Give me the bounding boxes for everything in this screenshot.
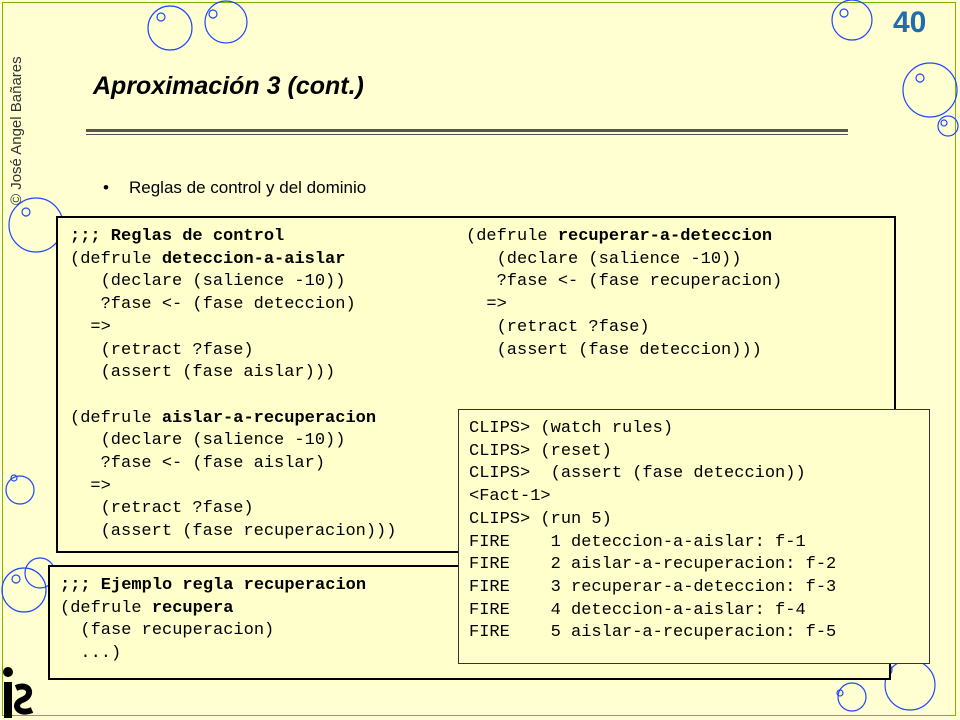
bullet-dot: • xyxy=(103,178,109,197)
title-rule xyxy=(86,129,848,132)
console-line: FIRE 4 deteccion-a-aislar: f-4 xyxy=(469,600,806,620)
code-keyword: (defrule xyxy=(60,598,152,618)
example-code: ;;; Ejemplo regla recuperacion (defrule r… xyxy=(60,575,366,666)
code-left: ;;; Reglas de control (defrule deteccion-… xyxy=(70,226,396,544)
page-number: 40 xyxy=(893,6,927,39)
clips-console: CLIPS> (watch rules) CLIPS> (reset) CLIPS>… xyxy=(458,409,930,664)
console-line: CLIPS> (reset) xyxy=(469,441,612,461)
code-line: ?fase <- (fase recuperacion) xyxy=(466,272,783,292)
code-line: (assert (fase deteccion))) xyxy=(466,340,762,360)
code-line: (declare (salience -10)) xyxy=(70,431,346,451)
code-line: ...) xyxy=(60,644,122,664)
code-line: (defrule deteccion-a-aislar xyxy=(70,249,396,272)
slide-title: Aproximación 3 (cont.) xyxy=(93,72,364,100)
logo-icon xyxy=(3,667,34,718)
console-line: CLIPS> (assert (fase deteccion)) xyxy=(469,464,806,484)
console-line: FIRE 2 aislar-a-recuperacion: f-2 xyxy=(469,555,837,575)
code-line: ;;; Reglas de control xyxy=(70,227,285,246)
code-line: (assert (fase recuperacion))) xyxy=(70,522,397,542)
code-right: (defrule recuperar-a-deteccion (declare … xyxy=(466,226,782,362)
code-line: (fase recuperacion) xyxy=(60,621,275,641)
code-line: (defrule recupera xyxy=(60,598,366,621)
code-line: ?fase <- (fase aislar) xyxy=(70,454,326,474)
code-line: => xyxy=(70,317,111,337)
code-line: (defrule aislar-a-recuperacion xyxy=(70,408,396,431)
code-line: ;;; Ejemplo regla recuperacion xyxy=(60,576,367,595)
rule-name: aislar-a-recuperacion xyxy=(161,408,377,428)
bullet-item: • Reglas de control y del dominio xyxy=(103,178,366,198)
console-line: FIRE 1 deteccion-a-aislar: f-1 xyxy=(469,532,806,552)
bullet-text: Reglas de control y del dominio xyxy=(129,178,367,197)
code-line: (retract ?fase) xyxy=(70,340,254,360)
console-line: FIRE 5 aislar-a-recuperacion: f-5 xyxy=(469,623,837,643)
console-line: FIRE 3 recuperar-a-deteccion: f-3 xyxy=(469,577,837,597)
code-keyword: (defrule xyxy=(70,249,162,269)
rule-name: deteccion-a-aislar xyxy=(161,249,346,269)
console-output: CLIPS> (watch rules) CLIPS> (reset) CLIPS>… xyxy=(469,418,836,645)
code-line: (declare (salience -10)) xyxy=(70,272,346,292)
console-line: CLIPS> (run 5) xyxy=(469,509,612,529)
code-line: (assert (fase aislar))) xyxy=(70,363,336,383)
code-line: => xyxy=(466,295,507,315)
code-line: (declare (salience -10)) xyxy=(466,249,742,269)
code-line: (defrule recuperar-a-deteccion xyxy=(466,226,782,249)
code-line: ?fase <- (fase deteccion) xyxy=(70,295,356,315)
code-line: (retract ?fase) xyxy=(70,499,254,519)
title-rule-thin xyxy=(86,134,848,135)
code-line: => xyxy=(70,476,111,496)
console-line: CLIPS> (watch rules) xyxy=(469,419,674,438)
rule-name: recupera xyxy=(151,598,234,618)
code-line: (retract ?fase) xyxy=(466,317,650,337)
rule-name: recuperar-a-deteccion xyxy=(557,227,773,246)
code-keyword: (defrule xyxy=(466,227,558,246)
copyright-label: © José Angel Bañares xyxy=(8,56,25,205)
console-line: <Fact-1> xyxy=(469,487,551,507)
code-keyword: (defrule xyxy=(70,408,162,428)
